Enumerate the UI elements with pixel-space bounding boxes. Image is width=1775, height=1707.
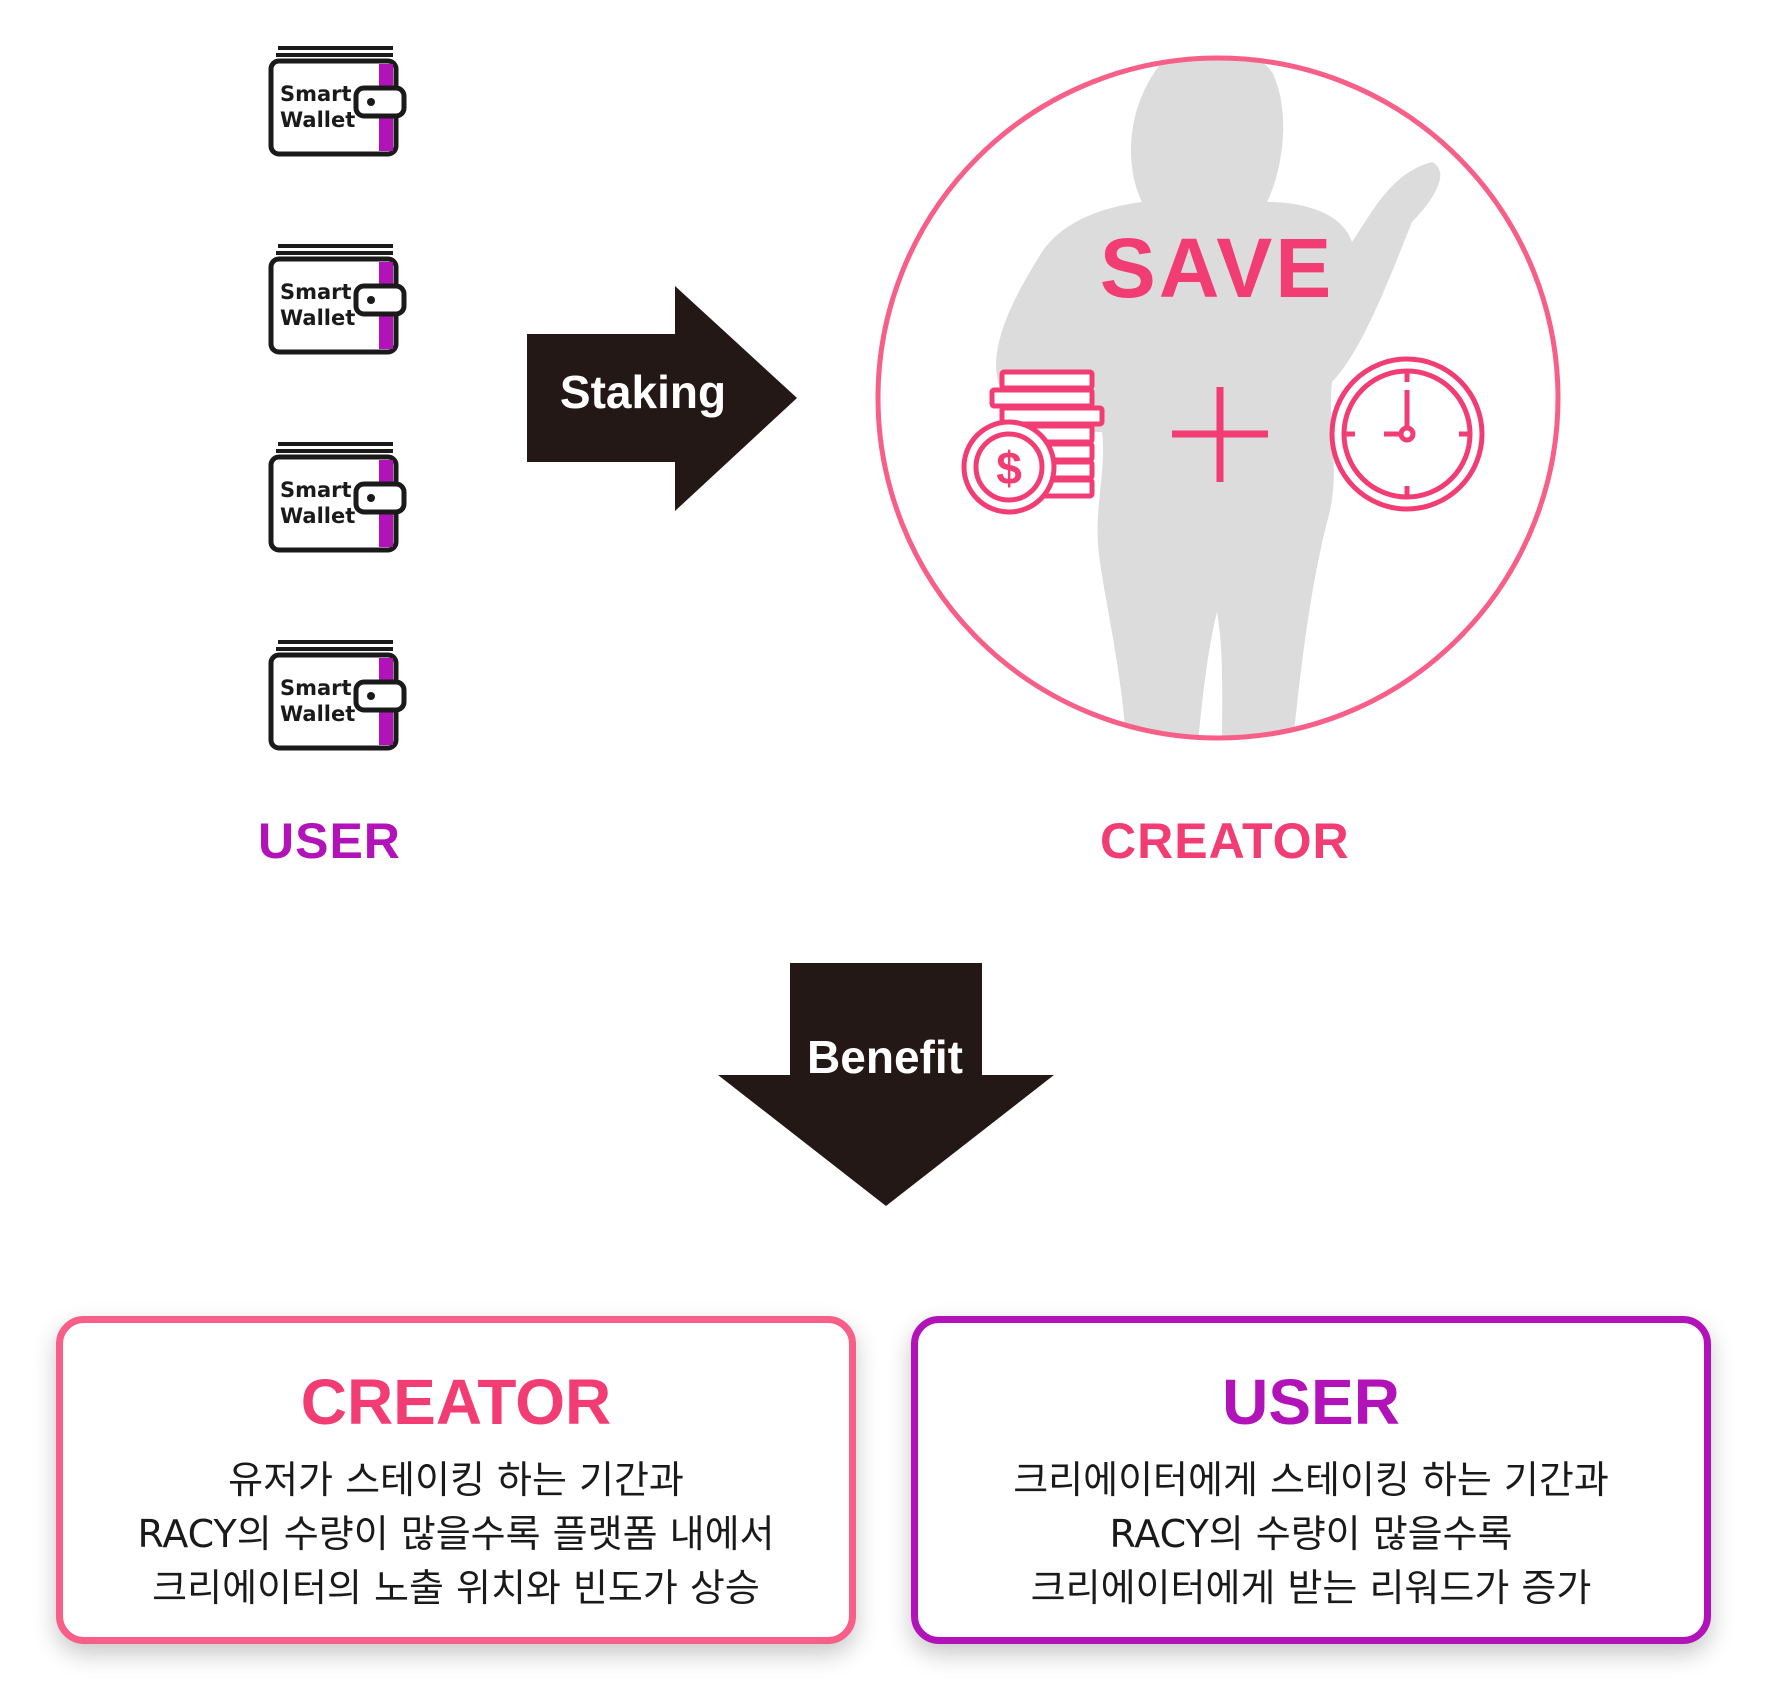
- smart-wallet-icon: Smart Wallet: [268, 243, 413, 355]
- staking-label: Staking: [559, 366, 727, 418]
- user-benefit-box: USER 크리에이터에게 스테이킹 하는 기간과 RACY의 수량이 많을수록 …: [911, 1316, 1711, 1644]
- user-box-description: 크리에이터에게 스테이킹 하는 기간과 RACY의 수량이 많을수록 크리에이터…: [918, 1453, 1704, 1615]
- user-box-line: RACY의 수량이 많을수록: [1109, 1512, 1513, 1556]
- save-title: SAVE: [1100, 221, 1335, 315]
- user-box-line: 크리에이터에게 받는 리워드가 증가: [1030, 1566, 1592, 1610]
- svg-text:$: $: [996, 442, 1022, 494]
- user-box-line: 크리에이터에게 스테이킹 하는 기간과: [1013, 1458, 1609, 1502]
- user-label: USER: [258, 813, 401, 869]
- user-box-title: USER: [1222, 1366, 1400, 1438]
- creator-box-title: CREATOR: [300, 1366, 612, 1438]
- benefit-arrow: [718, 963, 1054, 1206]
- creator-box-line: 크리에이터의 노출 위치와 빈도가 상승: [152, 1566, 760, 1610]
- creator-benefit-box: CREATOR 유저가 스테이킹 하는 기간과 RACY의 수량이 많을수록 플…: [56, 1316, 856, 1644]
- smart-wallet-icon: Smart Wallet: [268, 639, 413, 751]
- smart-wallet-icon: Smart Wallet: [268, 441, 413, 553]
- creator-box-line: 유저가 스테이킹 하는 기간과: [228, 1458, 684, 1502]
- save-circle: SAVE $: [875, 55, 1561, 741]
- smart-wallet-icon: Smart Wallet: [268, 45, 413, 157]
- creator-box-description: 유저가 스테이킹 하는 기간과 RACY의 수량이 많을수록 플랫폼 내에서 크…: [63, 1453, 849, 1615]
- creator-label: CREATOR: [1100, 813, 1350, 869]
- creator-box-line: RACY의 수량이 많을수록 플랫폼 내에서: [137, 1512, 775, 1556]
- clock-icon: [1329, 356, 1485, 512]
- benefit-label: Benefit: [807, 1031, 963, 1083]
